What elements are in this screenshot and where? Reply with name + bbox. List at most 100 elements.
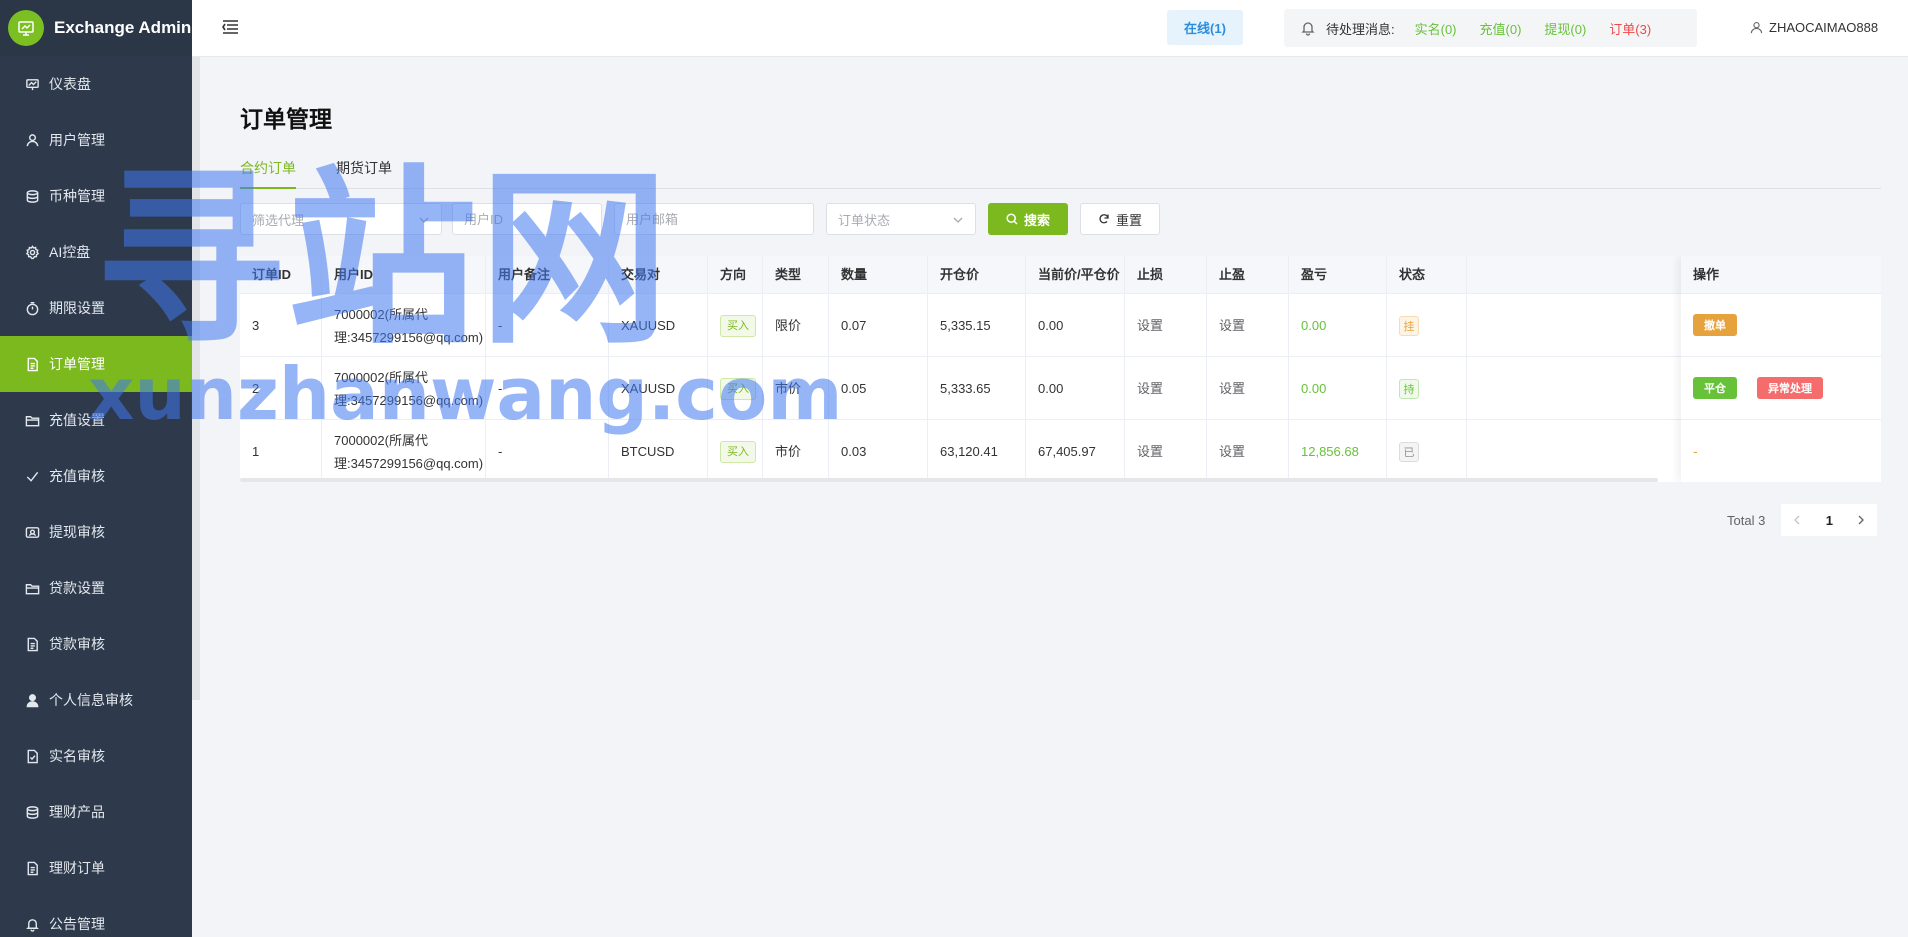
- bell-icon: [24, 916, 40, 932]
- check-icon: [24, 468, 40, 484]
- sidebar-item-14[interactable]: 理财订单: [0, 840, 192, 896]
- cell-order-id: 3: [240, 294, 322, 357]
- agent-select[interactable]: 筛选代理: [240, 203, 442, 235]
- menu-toggle-icon[interactable]: [222, 19, 240, 35]
- sidebar-item-label: 订单管理: [49, 356, 105, 372]
- tab-contract-orders[interactable]: 合约订单: [240, 158, 296, 189]
- cell-open-price: 5,333.65: [928, 357, 1026, 420]
- chevron-right-icon: [1858, 515, 1865, 525]
- next-page-button[interactable]: [1845, 504, 1878, 536]
- sidebar-item-label: 期限设置: [49, 300, 105, 316]
- cell-quantity: 0.03: [829, 420, 928, 482]
- sidebar-item-8[interactable]: 提现审核: [0, 504, 192, 560]
- cell-stop-loss[interactable]: 设置: [1125, 420, 1207, 482]
- sidebar-item-0[interactable]: 仪表盘: [0, 56, 192, 112]
- col-header-stop-loss: 止损: [1125, 256, 1207, 294]
- bell-icon: [1301, 22, 1315, 36]
- document-icon: [24, 636, 40, 652]
- cell-status: 持: [1387, 357, 1467, 420]
- sidebar-item-3[interactable]: AI控盘: [0, 224, 192, 280]
- sidebar-item-10[interactable]: 贷款审核: [0, 616, 192, 672]
- cell-pnl: 0.00: [1289, 357, 1387, 420]
- sidebar-item-label: 用户管理: [49, 132, 105, 148]
- sidebar-item-label: 提现审核: [49, 524, 105, 540]
- pending-deposit[interactable]: 充值(0): [1480, 19, 1522, 38]
- email-field[interactable]: [614, 203, 814, 235]
- sidebar-menu: 仪表盘用户管理币种管理 AI控盘期限设置订单管理充值设置 充值审核提现审核贷款设置贷…: [0, 56, 192, 937]
- brand[interactable]: Exchange Admin: [0, 0, 192, 56]
- table-row: 2 7000002(所属代 理:3457299156@qq.com) - XAUUSD 买…: [240, 357, 1881, 420]
- page-number-1[interactable]: 1: [1813, 504, 1846, 536]
- reset-button[interactable]: 重置: [1080, 203, 1160, 235]
- sidebar-item-4[interactable]: 期限设置: [0, 280, 192, 336]
- sidebar-item-15[interactable]: 公告管理: [0, 896, 192, 937]
- pending-messages: 待处理消息: 实名(0) 充值(0) 提现(0) 订单(3): [1284, 9, 1697, 47]
- tab-futures-orders[interactable]: 期货订单: [336, 158, 392, 189]
- sidebar-item-1[interactable]: 用户管理: [0, 112, 192, 168]
- cancel-order-button[interactable]: 撤单: [1693, 314, 1737, 336]
- pending-orders[interactable]: 订单(3): [1609, 19, 1651, 38]
- cell-user-remark: -: [486, 420, 609, 482]
- cell-type: 市价: [763, 420, 829, 482]
- pending-withdraw[interactable]: 提现(0): [1544, 19, 1586, 38]
- table-row: 3 7000002(所属代 理:3457299156@qq.com) - XAUUSD 买…: [240, 294, 1881, 357]
- sidebar-item-label: 理财订单: [49, 860, 105, 876]
- status-select[interactable]: 订单状态: [826, 203, 976, 235]
- col-header-open-price: 开仓价: [928, 256, 1026, 294]
- sidebar-item-9[interactable]: 贷款设置: [0, 560, 192, 616]
- col-header-current-price: 当前价/平仓价: [1026, 256, 1125, 294]
- sidebar-item-label: 贷款设置: [49, 580, 105, 596]
- orders-table: 订单ID 用户ID 用户备注 交易对 方向 类型 数量 开仓价 当前价/平仓价 止损 止盈 盈亏 状态 …: [240, 256, 1881, 482]
- cell-current-price: 0.00: [1026, 294, 1125, 357]
- order-tabs: 合约订单 期货订单: [240, 158, 1881, 189]
- cell-stop-loss[interactable]: 设置: [1125, 294, 1207, 357]
- cell-take-profit[interactable]: 设置: [1207, 294, 1289, 357]
- sidebar-item-2[interactable]: 币种管理: [0, 168, 192, 224]
- search-button[interactable]: 搜索: [988, 203, 1068, 235]
- chevron-down-icon: [953, 217, 963, 223]
- gear-icon: [24, 244, 40, 260]
- prev-page-button[interactable]: [1781, 504, 1814, 536]
- close-position-button[interactable]: 平仓: [1693, 377, 1737, 399]
- cell-type: 市价: [763, 357, 829, 420]
- col-header-type: 类型: [763, 256, 829, 294]
- user-menu[interactable]: ZHAOCAIMAO888: [1750, 20, 1878, 35]
- pending-realname[interactable]: 实名(0): [1415, 19, 1457, 38]
- online-badge[interactable]: 在线(1): [1167, 10, 1243, 45]
- cell-take-profit[interactable]: 设置: [1207, 420, 1289, 482]
- cell-user-remark: -: [486, 294, 609, 357]
- cell-take-profit[interactable]: 设置: [1207, 357, 1289, 420]
- direction-tag: 买入: [720, 440, 756, 463]
- sidebar-item-6[interactable]: 充值设置: [0, 392, 192, 448]
- sidebar-item-13[interactable]: 理财产品: [0, 784, 192, 840]
- sidebar: Exchange Admin 仪表盘用户管理币种管理 AI控盘期限设置订单管理充值…: [0, 0, 192, 937]
- wallet-icon: [24, 524, 40, 540]
- cell-quantity: 0.07: [829, 294, 928, 357]
- user-id-line2: 理:3457299156@qq.com): [334, 392, 484, 408]
- cell-open-price: 5,335.15: [928, 294, 1026, 357]
- sidebar-scrollbar[interactable]: [192, 56, 200, 700]
- cell-current-price: 67,405.97: [1026, 420, 1125, 482]
- sidebar-item-label: AI控盘: [49, 244, 91, 260]
- table-horizontal-scrollbar[interactable]: [240, 478, 1658, 482]
- direction-tag: 买入: [720, 377, 756, 400]
- sidebar-item-11[interactable]: 个人信息审核: [0, 672, 192, 728]
- userid-input[interactable]: [464, 211, 601, 227]
- col-header-actions: 操作: [1681, 256, 1881, 294]
- sidebar-item-12[interactable]: 实名审核: [0, 728, 192, 784]
- exception-handle-button[interactable]: 异常处理: [1757, 377, 1823, 399]
- document-icon: [24, 860, 40, 876]
- document-check-icon: [24, 748, 40, 764]
- sidebar-item-5[interactable]: 订单管理: [0, 336, 192, 392]
- search-icon: [1006, 213, 1018, 225]
- sidebar-item-7[interactable]: 充值审核: [0, 448, 192, 504]
- cell-open-price: 63,120.41: [928, 420, 1026, 482]
- sidebar-item-label: 仪表盘: [49, 76, 91, 92]
- userid-field[interactable]: [452, 203, 602, 235]
- email-input[interactable]: [626, 211, 813, 227]
- document-icon: [24, 356, 40, 372]
- cell-stop-loss[interactable]: 设置: [1125, 357, 1207, 420]
- table-row: 1 7000002(所属代 理:3457299156@qq.com) - BTCUSD 买…: [240, 420, 1881, 482]
- pending-label: 待处理消息:: [1326, 21, 1395, 37]
- col-header-trading-pair: 交易对: [609, 256, 708, 294]
